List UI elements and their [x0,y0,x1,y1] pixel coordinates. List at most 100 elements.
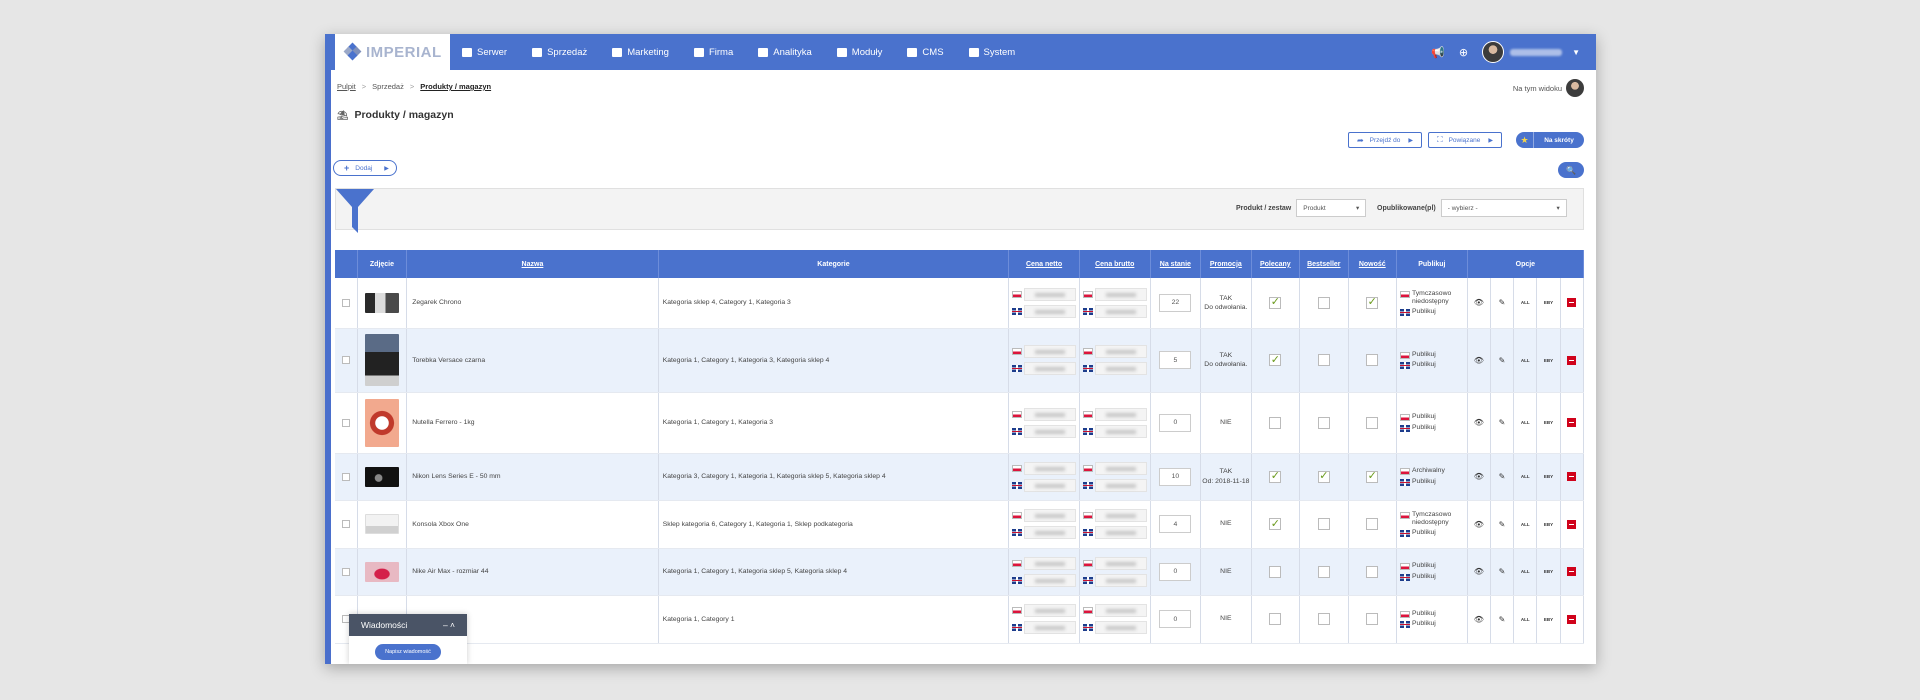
globe-icon[interactable]: ⊕ [1459,46,1468,59]
edit-icon[interactable]: ✎ [1499,472,1506,481]
checkbox[interactable] [1317,613,1330,625]
row-checkbox[interactable] [341,298,350,307]
delete-icon[interactable] [1567,298,1577,308]
all-button[interactable]: ALL [1521,358,1530,363]
stock-input[interactable]: 0 [1159,562,1192,581]
delete-icon[interactable] [1567,614,1577,624]
header-net-price[interactable]: Cena netto [1008,250,1080,278]
row-checkbox[interactable] [341,356,350,364]
name-cell[interactable]: Zegarek Chrono [406,278,659,329]
product-photo[interactable] [364,292,399,313]
checkbox-checked[interactable]: ✓ [1317,470,1330,483]
edit-icon[interactable]: ✎ [1499,567,1506,576]
publish-en[interactable]: Publikuj [1400,478,1464,486]
checkbox[interactable] [1317,296,1330,309]
eby-button[interactable]: EBY [1544,522,1553,527]
edit-icon[interactable]: ✎ [1499,418,1506,427]
row-checkbox[interactable] [341,520,350,528]
nav-item-serwer[interactable]: Serwer [462,47,507,58]
price-input-en[interactable] [1024,478,1076,492]
funnel-icon[interactable] [336,189,374,233]
checkbox-checked[interactable]: ✓ [1269,518,1282,530]
checkbox[interactable] [1366,565,1379,578]
search-button[interactable]: 🔍 [1558,162,1584,178]
delete-icon[interactable] [1567,418,1577,427]
price-input-pl[interactable] [1094,509,1147,522]
nav-item-firma[interactable]: Firma [693,47,733,58]
eby-button[interactable]: EBY [1544,420,1553,425]
name-cell[interactable]: Konsola Xbox One [406,500,659,549]
product-photo[interactable] [364,466,399,487]
breadcrumb-section[interactable]: Sprzedaż [372,82,404,91]
publish-en[interactable]: Publikuj [1400,620,1464,628]
nav-item-marketing[interactable]: Marketing [612,47,669,58]
price-input-pl[interactable] [1094,461,1147,475]
price-input-en[interactable] [1024,573,1076,587]
stock-input[interactable]: 22 [1159,293,1192,312]
nav-item-sprzedaż[interactable]: Sprzedaż [532,47,587,58]
price-input-pl[interactable] [1024,604,1076,617]
price-input-pl[interactable] [1094,287,1147,301]
checkbox[interactable] [1317,354,1330,366]
row-checkbox[interactable] [341,567,350,576]
sidebar-toggle[interactable]: ◀ [325,34,331,664]
nav-item-cms[interactable]: CMS [907,47,944,58]
eye-icon[interactable]: 👁 [1474,418,1484,427]
all-button[interactable]: ALL [1521,300,1530,305]
price-input-pl[interactable] [1024,509,1076,522]
publish-pl[interactable]: Publikuj [1400,351,1464,359]
nav-item-analityka[interactable]: Analityka [758,47,812,58]
header-name[interactable]: Nazwa [406,250,659,278]
all-button[interactable]: ALL [1521,569,1530,574]
product-photo[interactable] [364,514,399,534]
price-input-en[interactable] [1024,621,1076,634]
publish-en[interactable]: Publikuj [1400,529,1464,538]
publish-pl[interactable]: Publikuj [1400,562,1464,571]
price-input-pl[interactable] [1024,407,1076,421]
checkbox-checked[interactable]: ✓ [1366,296,1379,309]
checkbox[interactable] [1269,613,1282,625]
price-input-en[interactable] [1094,424,1147,438]
name-cell[interactable]: Nikon Lens Series E - 50 mm [406,453,659,501]
name-cell[interactable]: Nike Air Max - rozmiar 44 [406,548,659,596]
price-input-en[interactable] [1094,362,1147,375]
edit-icon[interactable]: ✎ [1499,356,1506,365]
publish-en[interactable]: Publikuj [1400,308,1464,316]
all-button[interactable]: ALL [1521,474,1530,479]
price-input-en[interactable] [1024,304,1076,318]
eye-icon[interactable]: 👁 [1474,567,1484,576]
checkbox[interactable] [1317,565,1330,578]
checkbox-checked[interactable]: ✓ [1269,354,1282,366]
header-stock[interactable]: Na stanie [1150,250,1202,278]
stock-input[interactable]: 0 [1159,610,1192,628]
publish-en[interactable]: Publikuj [1400,361,1464,369]
price-input-pl[interactable] [1024,287,1076,301]
all-button[interactable]: ALL [1521,420,1530,425]
price-input-en[interactable] [1094,304,1147,318]
publish-pl[interactable]: Publikuj [1400,610,1464,618]
messages-header[interactable]: Wiadomości – ˄ [349,614,467,636]
checkbox[interactable] [1366,518,1379,530]
product-photo[interactable] [364,334,399,386]
publish-en[interactable]: Publikuj [1400,573,1464,581]
price-input-en[interactable] [1024,424,1076,438]
stock-input[interactable]: 10 [1159,467,1192,486]
checkbox[interactable] [1366,613,1379,625]
user-avatar[interactable] [1482,41,1505,63]
stock-input[interactable]: 4 [1159,515,1192,533]
edit-icon[interactable]: ✎ [1499,520,1506,529]
goto-button[interactable]: ➦ Przejdź do ▶ [1347,132,1422,148]
product-select[interactable]: Produkt ▾ [1296,199,1367,217]
all-button[interactable]: ALL [1521,522,1530,527]
breadcrumb-root[interactable]: Pulpit [337,82,356,91]
delete-icon[interactable] [1567,519,1577,529]
eye-icon[interactable]: 👁 [1474,298,1484,307]
eby-button[interactable]: EBY [1544,300,1553,305]
eby-button[interactable]: EBY [1544,569,1553,574]
checkbox[interactable] [1317,518,1330,530]
nav-item-system[interactable]: System [968,47,1015,58]
price-input-pl[interactable] [1024,461,1076,475]
publish-pl[interactable]: Tymczasowo niedostępny [1400,511,1464,527]
checkbox-checked[interactable]: ✓ [1269,470,1282,483]
eby-button[interactable]: EBY [1544,617,1553,622]
